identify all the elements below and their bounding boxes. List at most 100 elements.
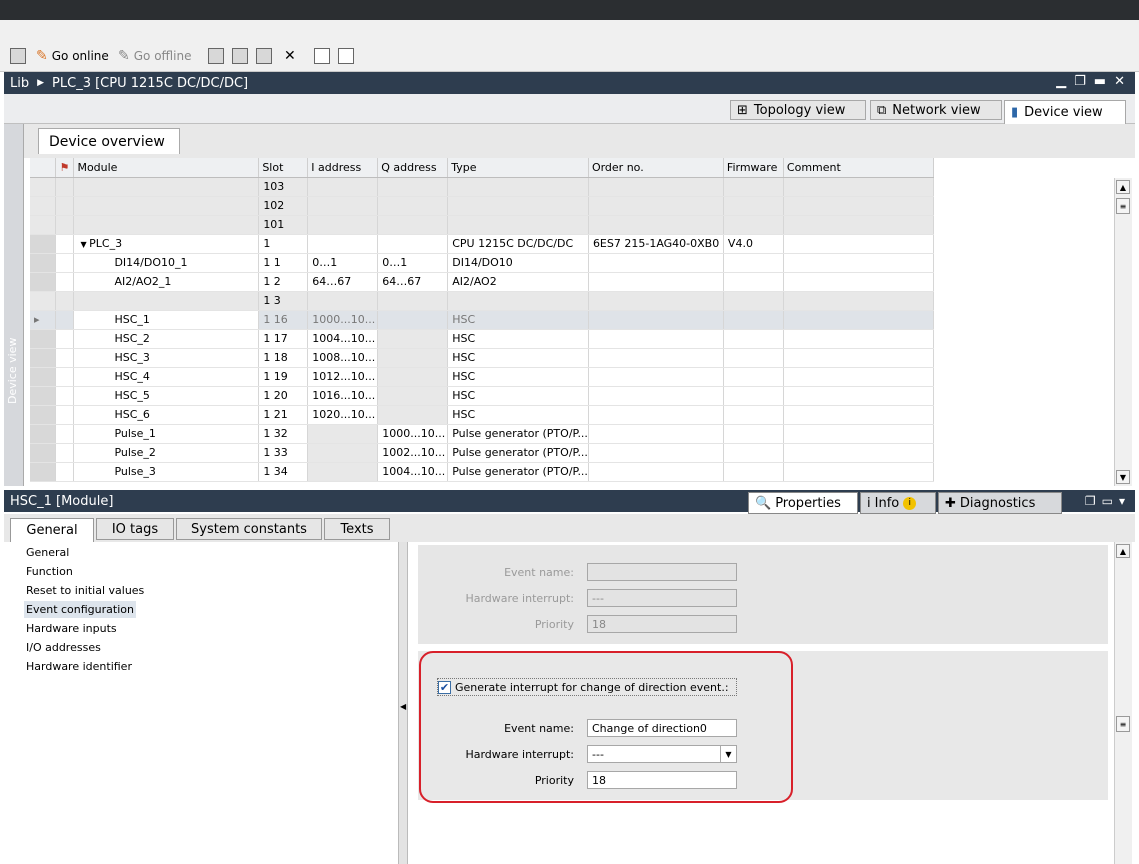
toolbar-icon-a[interactable]	[10, 46, 26, 66]
row-icon-cell[interactable]	[55, 443, 75, 463]
cell-module[interactable]	[73, 291, 260, 311]
restore-icon[interactable]: ❐	[1085, 494, 1096, 508]
cell-module[interactable]: HSC_2	[73, 329, 260, 349]
split-horizontal-button[interactable]	[314, 46, 330, 66]
cell-firmware[interactable]	[723, 386, 784, 406]
cell-module[interactable]	[73, 215, 260, 235]
nav-item-reset[interactable]: Reset to initial values	[24, 582, 146, 599]
table-row[interactable]: ▸ HSC_1 1 16 1000...10... HSC	[30, 310, 1114, 330]
table-row[interactable]: HSC_5 1 20 1016...10... HSC	[30, 386, 1114, 406]
table-row[interactable]: HSC_4 1 19 1012...10... HSC	[30, 367, 1114, 387]
row-icon-cell[interactable]	[55, 234, 75, 254]
cell-q-address[interactable]	[377, 291, 449, 311]
header-comment[interactable]: Comment	[783, 158, 934, 178]
cell-firmware[interactable]	[723, 291, 784, 311]
row-gutter[interactable]	[30, 177, 57, 197]
row-gutter[interactable]	[30, 329, 57, 349]
cell-i-address[interactable]: 1020...10...	[307, 405, 379, 425]
scroll-down-icon[interactable]: ▼	[1116, 470, 1130, 484]
row-gutter[interactable]	[30, 196, 57, 216]
cell-module[interactable]: Pulse_3	[73, 462, 260, 482]
row-gutter[interactable]	[30, 386, 57, 406]
close-window-icon[interactable]: ✕	[1114, 74, 1125, 89]
cell-q-address[interactable]	[377, 405, 449, 425]
cell-i-address[interactable]	[307, 234, 379, 254]
cell-firmware[interactable]	[723, 177, 784, 197]
cell-order-no[interactable]: 6ES7 215-1AG40-0XB0	[588, 234, 724, 254]
tab-system-constants[interactable]: System constants	[176, 518, 322, 540]
cell-comment[interactable]	[783, 291, 934, 311]
cell-slot[interactable]: 1 2	[258, 272, 309, 292]
properties-scrollbar[interactable]: ▲ ≡	[1114, 542, 1132, 864]
table-row[interactable]: Pulse_3 1 34 1004...10... Pulse generator (…	[30, 462, 1114, 482]
cell-q-address[interactable]	[377, 177, 449, 197]
cell-i-address[interactable]: 1004...10...	[307, 329, 379, 349]
scroll-up-icon[interactable]: ▲	[1116, 544, 1130, 558]
cell-type[interactable]	[447, 196, 589, 216]
cell-q-address[interactable]: 1000...10...	[377, 424, 449, 444]
device-view-side-strip[interactable]: Device view	[4, 124, 24, 486]
cell-module[interactable]: DI14/DO10_1	[73, 253, 260, 273]
cell-module[interactable]: Pulse_1	[73, 424, 260, 444]
go-online-button[interactable]: ✎ Go online	[36, 46, 109, 66]
cell-slot[interactable]: 1 18	[258, 348, 309, 368]
cell-comment[interactable]	[783, 196, 934, 216]
stop-cpu-button[interactable]	[256, 46, 272, 66]
cell-order-no[interactable]	[588, 443, 724, 463]
cell-type[interactable]: Pulse generator (PTO/P...	[447, 424, 589, 444]
cell-q-address[interactable]	[377, 329, 449, 349]
header-slot[interactable]: Slot	[258, 158, 309, 178]
row-icon-cell[interactable]	[55, 367, 75, 387]
cell-order-no[interactable]	[588, 386, 724, 406]
cell-type[interactable]: HSC	[447, 348, 589, 368]
tab-properties[interactable]: 🔍 Properties	[748, 492, 858, 514]
cell-order-no[interactable]	[588, 291, 724, 311]
cell-order-no[interactable]	[588, 329, 724, 349]
tab-network-view[interactable]: ⧉ Network view	[870, 100, 1002, 120]
header-type[interactable]: Type	[447, 158, 589, 178]
header-module[interactable]: Module	[73, 158, 260, 178]
cell-slot[interactable]: 102	[258, 196, 309, 216]
row-gutter[interactable]	[30, 443, 57, 463]
cell-firmware[interactable]	[723, 367, 784, 387]
cell-order-no[interactable]	[588, 310, 724, 330]
cell-firmware[interactable]	[723, 462, 784, 482]
row-icon-cell[interactable]	[55, 310, 75, 330]
cell-order-no[interactable]	[588, 348, 724, 368]
restore-icon[interactable]: ❐	[1074, 74, 1086, 89]
nav-item-general[interactable]: General	[24, 544, 71, 561]
cell-comment[interactable]	[783, 215, 934, 235]
row-icon-cell[interactable]	[55, 424, 75, 444]
row-icon-cell[interactable]	[55, 215, 75, 235]
tab-diagnostics[interactable]: ✚ Diagnostics	[938, 492, 1062, 514]
table-row[interactable]: ▼ PLC_3 1 CPU 1215C DC/DC/DC 6ES7 215-1AG40…	[30, 234, 1114, 254]
nav-item-function[interactable]: Function	[24, 563, 75, 580]
header-order-no[interactable]: Order no.	[588, 158, 724, 178]
row-gutter[interactable]	[30, 367, 57, 387]
table-row[interactable]: 102	[30, 196, 1114, 216]
cell-type[interactable]: CPU 1215C DC/DC/DC	[447, 234, 589, 254]
header-i-address[interactable]: I address	[307, 158, 379, 178]
row-icon-cell[interactable]	[55, 329, 75, 349]
row-gutter[interactable]	[30, 462, 57, 482]
cell-order-no[interactable]	[588, 462, 724, 482]
cell-type[interactable]: HSC	[447, 367, 589, 387]
cell-slot[interactable]: 1 16	[258, 310, 309, 330]
cell-firmware[interactable]	[723, 329, 784, 349]
cell-q-address[interactable]: 1004...10...	[377, 462, 449, 482]
cell-firmware[interactable]	[723, 253, 784, 273]
cell-firmware[interactable]	[723, 443, 784, 463]
cell-order-no[interactable]	[588, 424, 724, 444]
row-gutter[interactable]	[30, 348, 57, 368]
scroll-thumb[interactable]: ≡	[1116, 716, 1130, 732]
cell-slot[interactable]: 1 21	[258, 405, 309, 425]
tab-device-view[interactable]: ▮ Device view	[1004, 100, 1126, 124]
table-row[interactable]: Pulse_1 1 32 1000...10... Pulse generator (…	[30, 424, 1114, 444]
cell-order-no[interactable]	[588, 177, 724, 197]
maximize-icon[interactable]: ▬	[1094, 74, 1106, 89]
cell-comment[interactable]	[783, 348, 934, 368]
row-gutter[interactable]	[30, 291, 57, 311]
cell-q-address[interactable]: 1002...10...	[377, 443, 449, 463]
header-firmware[interactable]: Firmware	[723, 158, 784, 178]
table-row[interactable]: Pulse_2 1 33 1002...10... Pulse generator (…	[30, 443, 1114, 463]
